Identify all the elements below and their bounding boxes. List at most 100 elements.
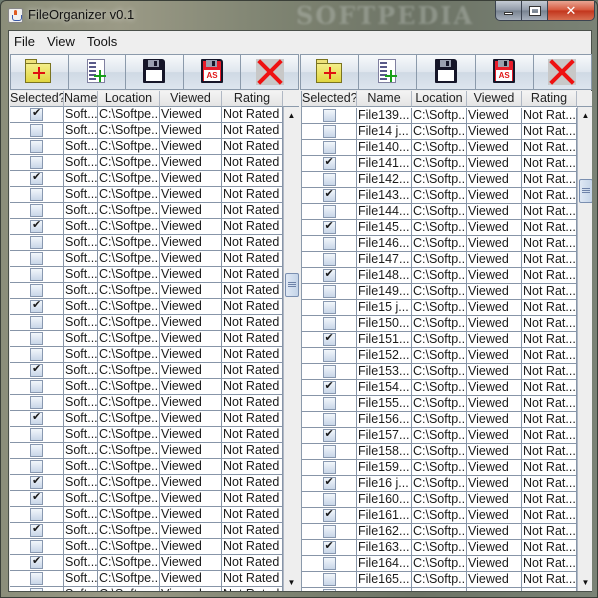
selected-checkbox[interactable] bbox=[322, 237, 336, 250]
rating-cell[interactable]: Not Rat... bbox=[522, 364, 577, 380]
scroll-up-button[interactable]: ▲ bbox=[284, 107, 299, 123]
selected-cell[interactable] bbox=[10, 459, 64, 475]
rating-cell[interactable]: Not Rated bbox=[222, 171, 283, 187]
selected-checkbox[interactable] bbox=[30, 316, 43, 329]
table-row[interactable]: Soft...C:\Softpe...ViewedNot Rated bbox=[10, 123, 283, 139]
viewed-cell[interactable]: Viewed bbox=[467, 556, 522, 572]
location-cell[interactable]: C:\Softp... bbox=[412, 220, 467, 236]
name-cell[interactable]: Soft... bbox=[64, 315, 98, 331]
viewed-cell[interactable]: Viewed bbox=[467, 300, 522, 316]
table-row[interactable]: Soft...C:\Softpe...ViewedNot Rated bbox=[10, 587, 283, 591]
column-header-name[interactable]: Name bbox=[357, 91, 412, 107]
location-cell[interactable]: C:\Softpe... bbox=[98, 315, 160, 331]
name-cell[interactable]: Soft... bbox=[64, 219, 98, 235]
table-row[interactable]: Soft...C:\Softpe...ViewedNot Rated bbox=[10, 459, 283, 475]
name-cell[interactable]: File146... bbox=[357, 236, 412, 252]
vertical-scrollbar[interactable]: ▲ ▼ bbox=[577, 107, 592, 591]
location-cell[interactable]: C:\Softpe... bbox=[98, 459, 160, 475]
viewed-cell[interactable]: Viewed bbox=[467, 284, 522, 300]
location-cell[interactable]: C:\Softpe... bbox=[98, 155, 160, 171]
viewed-cell[interactable]: Viewed bbox=[467, 460, 522, 476]
selected-checkbox[interactable] bbox=[322, 525, 336, 538]
name-cell[interactable]: Soft... bbox=[64, 235, 98, 251]
table-row[interactable]: File159... C:\Softp... Viewed Not Rat... bbox=[302, 460, 577, 476]
location-cell[interactable]: C:\Softpe... bbox=[98, 219, 160, 235]
selected-checkbox[interactable] bbox=[30, 363, 43, 377]
name-cell[interactable]: Soft... bbox=[64, 107, 98, 123]
location-cell[interactable]: C:\Softp... bbox=[412, 524, 467, 540]
table-row[interactable]: Soft...C:\Softpe...ViewedNot Rated bbox=[10, 411, 283, 427]
selected-checkbox[interactable] bbox=[30, 156, 43, 169]
viewed-cell[interactable]: Viewed bbox=[160, 235, 222, 251]
viewed-cell[interactable]: Viewed bbox=[160, 523, 222, 539]
location-cell[interactable]: C:\Softp... bbox=[412, 572, 467, 588]
table-row[interactable]: Soft...C:\Softpe...ViewedNot Rated bbox=[10, 427, 283, 443]
selected-cell[interactable] bbox=[10, 187, 64, 203]
rating-cell[interactable]: Not Rat... bbox=[522, 572, 577, 588]
name-cell[interactable]: Soft... bbox=[64, 491, 98, 507]
column-header-rating[interactable]: Rating bbox=[222, 91, 283, 107]
rating-cell[interactable]: Not Rat... bbox=[522, 332, 577, 348]
selected-checkbox[interactable] bbox=[322, 557, 336, 570]
table-row[interactable]: File142... C:\Softp... Viewed Not Rat... bbox=[302, 172, 577, 188]
rating-cell[interactable]: Not Rat... bbox=[522, 124, 577, 140]
location-cell[interactable]: C:\Softpe... bbox=[98, 363, 160, 379]
name-cell[interactable]: Soft... bbox=[64, 427, 98, 443]
location-cell[interactable]: C:\Softp... bbox=[412, 236, 467, 252]
viewed-cell[interactable]: Viewed bbox=[467, 364, 522, 380]
viewed-cell[interactable]: Viewed bbox=[467, 332, 522, 348]
viewed-cell[interactable]: Viewed bbox=[467, 524, 522, 540]
selected-cell[interactable] bbox=[10, 571, 64, 587]
selected-cell[interactable] bbox=[302, 156, 357, 172]
rating-cell[interactable]: Not Rated bbox=[222, 539, 283, 555]
table-row[interactable]: Soft...C:\Softpe...ViewedNot Rated bbox=[10, 203, 283, 219]
location-cell[interactable]: C:\Softp... bbox=[412, 428, 467, 444]
location-cell[interactable]: C:\Softpe... bbox=[98, 123, 160, 139]
location-cell[interactable]: C:\Softpe... bbox=[98, 251, 160, 267]
rating-cell[interactable]: Not Rat... bbox=[522, 252, 577, 268]
selected-checkbox[interactable] bbox=[322, 508, 336, 522]
selected-cell[interactable] bbox=[10, 379, 64, 395]
name-cell[interactable]: File143... bbox=[357, 188, 412, 204]
location-cell[interactable]: C:\Softp... bbox=[412, 204, 467, 220]
table-row[interactable]: File145...C:\Softp...ViewedNot Rat... bbox=[302, 220, 577, 236]
location-cell[interactable]: C:\Softpe... bbox=[98, 379, 160, 395]
selected-cell[interactable] bbox=[302, 204, 357, 220]
viewed-cell[interactable]: Viewed bbox=[160, 539, 222, 555]
name-cell[interactable]: Soft... bbox=[64, 283, 98, 299]
rating-cell[interactable]: Not Rated bbox=[222, 315, 283, 331]
viewed-cell[interactable]: Viewed bbox=[467, 140, 522, 156]
table-row[interactable]: Soft...C:\Softpe...ViewedNot Rated bbox=[10, 523, 283, 539]
selected-cell[interactable] bbox=[302, 380, 357, 396]
selected-cell[interactable] bbox=[10, 203, 64, 219]
selected-checkbox[interactable] bbox=[322, 380, 336, 394]
selected-checkbox[interactable] bbox=[322, 573, 336, 586]
selected-checkbox[interactable] bbox=[30, 460, 43, 473]
rating-cell[interactable]: Not Rated bbox=[222, 235, 283, 251]
selected-checkbox[interactable] bbox=[30, 188, 43, 201]
table-row[interactable]: File146... C:\Softp... Viewed Not Rat... bbox=[302, 236, 577, 252]
viewed-cell[interactable]: Viewed bbox=[160, 555, 222, 571]
location-cell[interactable]: C:\Softp... bbox=[412, 540, 467, 556]
rating-cell[interactable]: Not Rat... bbox=[522, 444, 577, 460]
location-cell[interactable]: C:\Softp... bbox=[412, 476, 467, 492]
selected-checkbox[interactable] bbox=[322, 285, 336, 298]
selected-checkbox[interactable] bbox=[322, 268, 336, 282]
location-cell[interactable]: C:\Softp... bbox=[412, 268, 467, 284]
selected-checkbox[interactable] bbox=[322, 428, 336, 442]
selected-cell[interactable] bbox=[10, 427, 64, 443]
location-cell[interactable]: C:\Softp... bbox=[412, 332, 467, 348]
name-cell[interactable]: File151... bbox=[357, 332, 412, 348]
table-row[interactable]: File15 j... C:\Softp... Viewed Not Rat... bbox=[302, 300, 577, 316]
name-cell[interactable]: Soft... bbox=[64, 331, 98, 347]
location-cell[interactable]: C:\Softp... bbox=[412, 188, 467, 204]
scroll-up-button[interactable]: ▲ bbox=[578, 107, 592, 123]
name-cell[interactable]: Soft... bbox=[64, 459, 98, 475]
viewed-cell[interactable]: Viewed bbox=[467, 540, 522, 556]
table-row[interactable]: File156... C:\Softp... Viewed Not Rat... bbox=[302, 412, 577, 428]
table-row[interactable]: File152... C:\Softp... Viewed Not Rat... bbox=[302, 348, 577, 364]
table-row[interactable]: Soft...C:\Softpe...ViewedNot Rated bbox=[10, 283, 283, 299]
table-row[interactable]: File162... C:\Softp... Viewed Not Rat... bbox=[302, 524, 577, 540]
rating-cell[interactable]: Not Rated bbox=[222, 379, 283, 395]
selected-cell[interactable] bbox=[302, 396, 357, 412]
